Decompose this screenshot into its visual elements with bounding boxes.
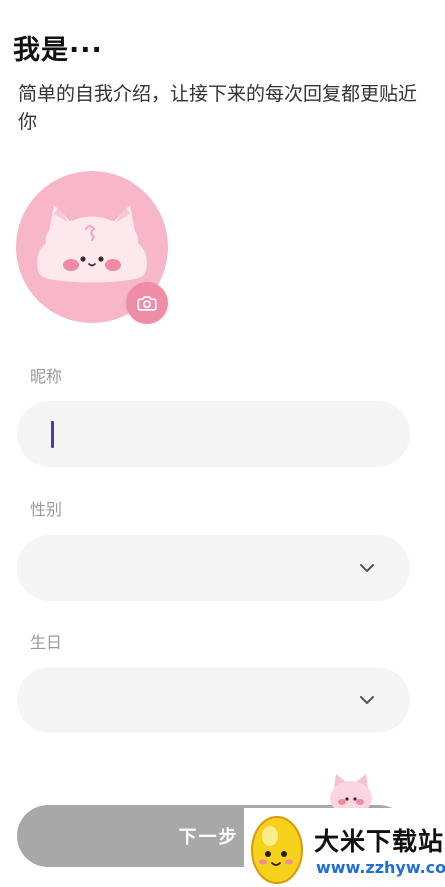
nickname-field[interactable] bbox=[17, 401, 410, 469]
change-avatar-button[interactable] bbox=[126, 282, 168, 324]
birthday-select[interactable] bbox=[17, 667, 410, 733]
watermark-url: www.zzhyw.com bbox=[316, 858, 445, 877]
chevron-down-icon bbox=[360, 696, 374, 704]
birthday-label: 生日 bbox=[30, 633, 63, 652]
page-subtitle: 简单的自我介绍，让接下来的每次回复都更贴近你 bbox=[18, 83, 418, 133]
gender-select[interactable] bbox=[17, 535, 410, 601]
watermark: 大米下载站 www.zzhyw.com bbox=[244, 808, 445, 887]
text-caret bbox=[51, 421, 54, 448]
camera-icon bbox=[137, 296, 157, 311]
chevron-down-icon bbox=[360, 564, 374, 572]
egg-logo-icon bbox=[251, 816, 303, 884]
nickname-input[interactable] bbox=[59, 401, 393, 469]
nickname-label: 昵称 bbox=[30, 367, 63, 386]
watermark-title: 大米下载站 bbox=[314, 827, 445, 856]
next-button-label: 下一步 bbox=[178, 827, 239, 848]
gender-label: 性别 bbox=[30, 500, 63, 519]
page-title: 我是··· bbox=[13, 35, 103, 66]
